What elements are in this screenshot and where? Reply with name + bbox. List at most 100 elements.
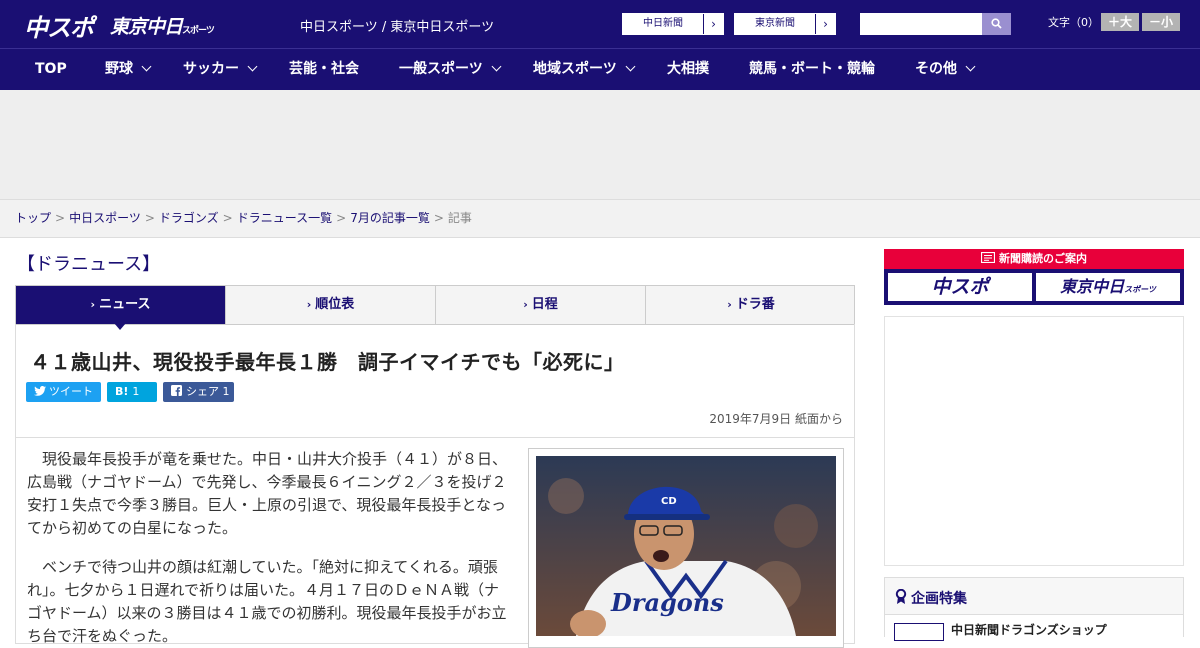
chevron-down-icon [247, 61, 258, 72]
tokyo-chunichi-logo[interactable]: 東京中日スポーツ [110, 12, 215, 39]
hatena-bookmark-button[interactable]: B! 1 [107, 382, 157, 402]
breadcrumb-top[interactable]: トップ [15, 211, 51, 225]
nav-label: 野球 [105, 61, 133, 77]
font-decrease-button[interactable]: －小 [1142, 13, 1180, 31]
tab-dora-ban[interactable]: › ドラ番 [646, 286, 856, 324]
chevron-right-icon: › [306, 298, 312, 311]
nav-label: 一般スポーツ [399, 61, 483, 77]
search-icon [991, 18, 1002, 29]
chevron-right-icon: › [727, 298, 732, 311]
facebook-share-button[interactable]: シェア 1 [163, 382, 234, 402]
ribbon-icon [895, 588, 907, 604]
tab-schedule[interactable]: › 日程 [436, 286, 646, 324]
facebook-icon [171, 385, 182, 396]
subscribe-chuspo-button[interactable]: 中スポ [888, 273, 1032, 301]
breadcrumb-dra-news-list[interactable]: ドラニュース一覧 [237, 211, 332, 225]
tab-label: ニュース [99, 297, 151, 312]
nav-label: その他 [915, 61, 957, 77]
feature-section: 企画特集 中日新聞ドラゴンズショップ [884, 577, 1184, 641]
breadcrumb-separator: > [144, 211, 155, 225]
breadcrumb-current: 記事 [447, 211, 472, 225]
site-title[interactable]: 中日スポーツ / 東京中日スポーツ [300, 16, 494, 35]
breadcrumb-chunichi-sports[interactable]: 中日スポーツ [69, 211, 141, 225]
article-photo[interactable]: CD Dragons [536, 456, 836, 636]
search-button[interactable] [982, 13, 1011, 35]
nav-label: 芸能・社会 [289, 61, 359, 77]
breadcrumb-separator: > [433, 211, 444, 225]
chunichi-shimbun-link[interactable]: 中日新聞 › [622, 13, 724, 35]
chevron-down-icon [625, 61, 636, 72]
subscribe-tokyo-chunichi-button[interactable]: 東京中日スポーツ [1036, 273, 1180, 301]
chevron-right-icon: › [90, 298, 96, 311]
nav-item-top[interactable]: TOP [35, 49, 67, 91]
twitter-bird-icon [34, 386, 46, 396]
font-size-label: 文字（0） [1048, 16, 1099, 29]
article-divider [16, 437, 854, 438]
chevron-down-icon [141, 61, 152, 72]
ad-banner-area [0, 90, 1200, 200]
tokyo-logo-text: 東京中日 [110, 16, 183, 38]
top-header: 中スポ 東京中日スポーツ 中日スポーツ / 東京中日スポーツ 中日新聞 › 東京… [0, 0, 1200, 48]
tab-bar: › ニュース › 順位表 › 日程 › ドラ番 [15, 285, 855, 325]
breadcrumb-separator: > [222, 211, 233, 225]
chevron-right-icon: › [703, 14, 723, 34]
breadcrumb: トップ > 中日スポーツ > ドラゴンズ > ドラニュース一覧 >7月の記事一覧 > 記事 [0, 200, 1200, 238]
article-headline: ４１歳山井、現役投手最年長１勝 調子イマイチでも「必死に」 [30, 350, 625, 374]
font-increase-button[interactable]: ＋大 [1101, 13, 1139, 31]
nav-item-entertainment[interactable]: 芸能・社会 [289, 49, 359, 91]
tab-label: 日程 [531, 297, 558, 312]
feature-thumbnail [894, 623, 944, 641]
feature-item[interactable]: 中日新聞ドラゴンズショップ [885, 614, 1183, 641]
tab-standings[interactable]: › 順位表 [226, 286, 436, 324]
pitcher-photo-illustration: CD Dragons [536, 456, 836, 636]
facebook-share-label: シェア [186, 385, 219, 398]
nav-item-soccer[interactable]: サッカー [183, 49, 258, 91]
chevron-right-icon: › [523, 298, 528, 311]
nav-label: TOP [35, 61, 67, 77]
nav-item-local-sports[interactable]: 地域スポーツ [533, 49, 636, 91]
tab-news[interactable]: › ニュース [16, 286, 226, 324]
nav-item-baseball[interactable]: 野球 [105, 49, 152, 91]
nav-item-other[interactable]: その他 [915, 49, 976, 91]
main-nav: TOP 野球 サッカー 芸能・社会 一般スポーツ 地域スポーツ 大相撲 競馬・ボ… [0, 48, 1200, 90]
tweet-label: ツイート [49, 385, 93, 398]
nav-label: 大相撲 [667, 61, 709, 77]
feature-section-title: 企画特集 [895, 588, 967, 608]
article-paragraph: 現役最年長投手が竜を乗せた。中日・山井大介投手（４１）が８日、広島戦（ナゴヤドー… [27, 450, 508, 537]
breadcrumb-july-articles[interactable]: 7月の記事一覧 [350, 211, 430, 225]
nav-label: サッカー [183, 61, 239, 77]
hatena-bookmark-icon: B! [115, 385, 129, 398]
chevron-right-icon: › [815, 14, 835, 34]
nav-item-general-sports[interactable]: 一般スポーツ [399, 49, 502, 91]
svg-text:CD: CD [661, 496, 677, 507]
tokyo-logo-sub: スポーツ [182, 26, 215, 36]
subscription-banner[interactable]: 新聞購読のご案内 中スポ 東京中日スポーツ [884, 249, 1184, 305]
breadcrumb-dragons[interactable]: ドラゴンズ [159, 211, 219, 225]
nav-item-racing[interactable]: 競馬・ボート・競輪 [749, 49, 875, 91]
breadcrumb-separator: > [55, 211, 66, 225]
jersey-text: Dragons [610, 588, 724, 617]
tokyo-chunichi-text: 東京中日 [1060, 277, 1125, 296]
breadcrumb-separator: > [336, 211, 347, 225]
subscription-title-text: 新聞購読のご案内 [999, 252, 1087, 265]
search-input[interactable] [860, 13, 982, 35]
feature-title-text: 企画特集 [911, 591, 967, 607]
tab-label: ドラ番 [735, 297, 775, 312]
tokyo-shimbun-link[interactable]: 東京新聞 › [734, 13, 836, 35]
article-paragraph: ベンチで待つ山井の顔は紅潮していた。「絶対に抑えてくれる。頑張れ」。七夕から１日… [27, 558, 507, 645]
hatena-count: 1 [132, 385, 140, 398]
sidebar-ad [884, 316, 1184, 566]
section-title: 【ドラニュース】 [17, 254, 161, 275]
nav-item-sumo[interactable]: 大相撲 [667, 49, 709, 91]
chuspo-logo[interactable]: 中スポ [24, 8, 94, 43]
tweet-button[interactable]: ツイート [26, 382, 101, 402]
ext-link-label: 中日新聞 [643, 18, 683, 29]
newspaper-icon [980, 251, 996, 264]
subscription-banner-title: 新聞購読のご案内 [884, 249, 1184, 269]
nav-label: 地域スポーツ [533, 61, 617, 77]
nav-label: 競馬・ボート・競輪 [749, 61, 875, 77]
chevron-down-icon [491, 61, 502, 72]
facebook-share-count: 1 [222, 385, 230, 398]
tokyo-chunichi-sub: スポーツ [1124, 285, 1156, 294]
chevron-down-icon [965, 61, 976, 72]
